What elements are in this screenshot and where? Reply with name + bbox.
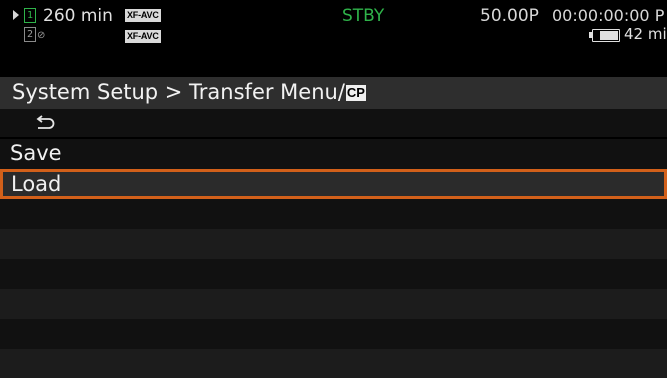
menu-header: System Setup > Transfer Menu/CP [0, 77, 667, 109]
menu-item-label: Load [11, 172, 62, 196]
record-mode-status: STBY [342, 6, 385, 26]
back-button[interactable] [0, 109, 667, 137]
empty-menu-row [0, 319, 667, 349]
codec-badge-slot2: XF-AVC [125, 30, 161, 43]
remaining-record-time: 260 min [43, 6, 113, 26]
empty-menu-row [0, 349, 667, 378]
status-bar: 1 2 ⊘ 260 min XF-AVC XF-AVC STBY 50.00P … [0, 0, 667, 66]
cp-badge-icon: CP [345, 85, 366, 101]
play-triangle-icon [13, 10, 19, 20]
card-slot-1-icon: 1 [24, 8, 36, 23]
frame-rate: 50.00P [480, 6, 539, 26]
timecode: 00:00:00:00 P [552, 6, 665, 25]
codec-badge-slot1: XF-AVC [125, 9, 161, 22]
battery-remaining-time: 42 min [624, 25, 667, 43]
empty-menu-row [0, 229, 667, 259]
battery-level-fill [600, 31, 618, 40]
empty-menu-row [0, 259, 667, 289]
battery-icon [592, 29, 620, 42]
card-slot-2-icon: 2 [24, 27, 36, 42]
back-arrow-icon [36, 115, 55, 129]
menu-item-save[interactable]: Save [0, 139, 667, 169]
breadcrumb: System Setup > Transfer Menu/CP [12, 80, 366, 104]
menu-item-load[interactable]: Load [0, 169, 667, 199]
empty-menu-row [0, 289, 667, 319]
breadcrumb-text: System Setup > Transfer Menu/ [12, 80, 345, 104]
menu-item-label: Save [10, 141, 62, 165]
empty-menu-row [0, 199, 667, 229]
slot-2-status-icon: ⊘ [37, 30, 46, 41]
